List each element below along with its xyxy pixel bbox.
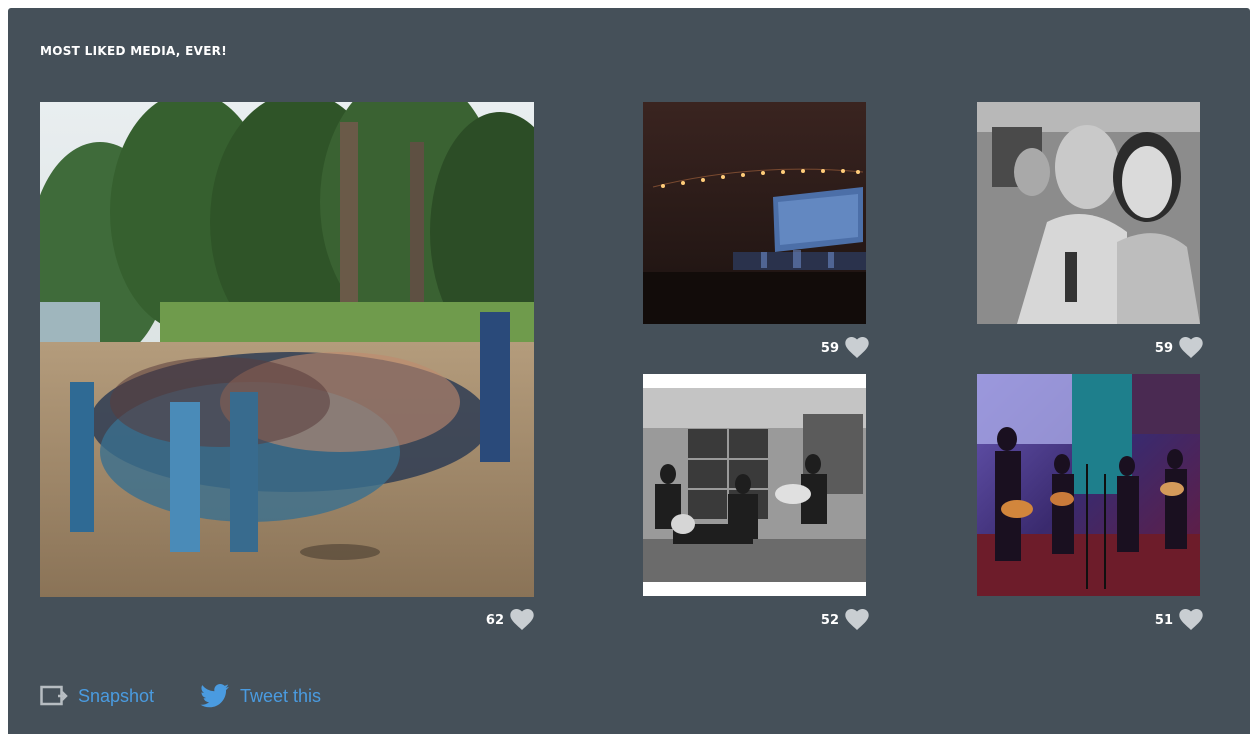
media-photo-band-stage [977, 374, 1200, 596]
like-count: 52 [820, 612, 839, 628]
media-3-likes: 59 [1077, 336, 1203, 360]
most-liked-media-panel: MOST LIKED MEDIA, EVER! 62 59 59 52 51 S… [8, 8, 1250, 734]
media-photo-group-outdoors [40, 102, 534, 597]
media-tile-3[interactable] [977, 102, 1200, 324]
snapshot-icon [40, 685, 68, 706]
like-count: 51 [1154, 612, 1173, 628]
heart-icon[interactable] [845, 337, 869, 359]
media-5-likes: 51 [1077, 608, 1203, 632]
heart-icon[interactable] [1179, 609, 1203, 631]
tweet-this-label: Tweet this [240, 685, 322, 706]
media-photo-living-room-musicians [643, 374, 866, 596]
panel-title: MOST LIKED MEDIA, EVER! [40, 44, 227, 58]
heart-icon[interactable] [1179, 337, 1203, 359]
media-tile-4[interactable] [643, 374, 866, 596]
media-1-likes: 62 [408, 608, 534, 632]
snapshot-link[interactable]: Snapshot [40, 684, 154, 708]
snapshot-label: Snapshot [78, 685, 155, 706]
heart-icon[interactable] [845, 609, 869, 631]
media-tile-5[interactable] [977, 374, 1200, 596]
media-photo-couple-selfie [977, 102, 1200, 324]
twitter-bird-icon [200, 684, 229, 708]
like-count: 59 [1154, 340, 1173, 356]
media-photo-concert-dark [643, 102, 866, 324]
media-4-likes: 52 [743, 608, 869, 632]
tweet-this-link[interactable]: Tweet this [200, 684, 321, 708]
media-tile-1[interactable] [40, 102, 534, 597]
media-2-likes: 59 [743, 336, 869, 360]
media-tile-2[interactable] [643, 102, 866, 324]
like-count: 59 [820, 340, 839, 356]
like-count: 62 [485, 612, 504, 628]
heart-icon[interactable] [510, 609, 534, 631]
